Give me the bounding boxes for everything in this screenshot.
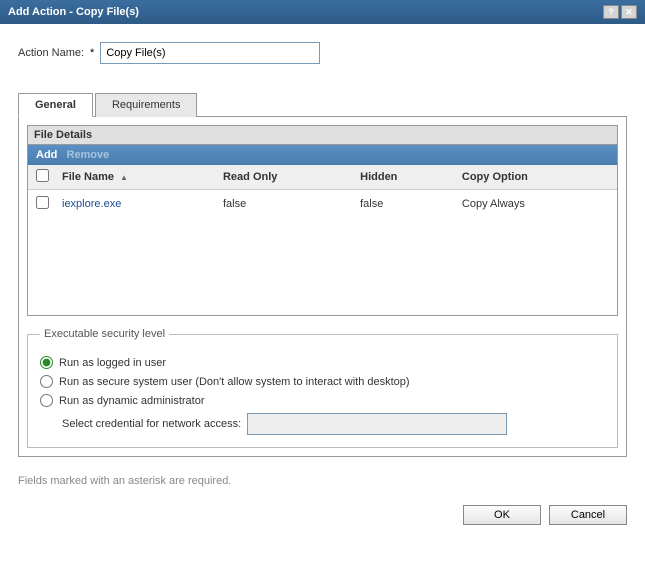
- credential-input: [247, 413, 507, 435]
- credential-row: Select credential for network access:: [62, 413, 605, 435]
- file-table-container: File Name ▲ Read Only Hidden Copy Option…: [28, 165, 617, 315]
- select-all-checkbox[interactable]: [36, 169, 49, 182]
- col-copy-option[interactable]: Copy Option: [456, 165, 617, 190]
- titlebar-controls: ? ✕: [603, 5, 637, 19]
- radio-row-dynamic-admin[interactable]: Run as dynamic administrator: [40, 394, 605, 407]
- file-details-toolbar: Add Remove: [28, 145, 617, 165]
- table-row[interactable]: iexplore.exe false false Copy Always: [28, 190, 617, 219]
- col-read-only[interactable]: Read Only: [217, 165, 354, 190]
- action-name-input[interactable]: [100, 42, 320, 64]
- radio-logged-in-label: Run as logged in user: [59, 357, 166, 369]
- radio-dynamic-admin[interactable]: [40, 394, 53, 407]
- row-checkbox[interactable]: [36, 196, 49, 209]
- cell-copy-option: Copy Always: [456, 190, 617, 219]
- cell-read-only: false: [217, 190, 354, 219]
- button-row: OK Cancel: [0, 505, 645, 539]
- footer-note: Fields marked with an asterisk are requi…: [18, 475, 627, 487]
- radio-row-logged-in[interactable]: Run as logged in user: [40, 356, 605, 369]
- radio-secure-system-user[interactable]: [40, 375, 53, 388]
- radio-logged-in-user[interactable]: [40, 356, 53, 369]
- credential-label: Select credential for network access:: [62, 418, 241, 430]
- remove-button[interactable]: Remove: [66, 149, 109, 161]
- action-name-label: Action Name:: [18, 47, 84, 59]
- tab-general[interactable]: General: [18, 93, 93, 117]
- col-hidden[interactable]: Hidden: [354, 165, 456, 190]
- table-header-row: File Name ▲ Read Only Hidden Copy Option: [28, 165, 617, 190]
- add-button[interactable]: Add: [36, 149, 57, 161]
- col-file-name[interactable]: File Name ▲: [56, 165, 217, 190]
- cancel-button[interactable]: Cancel: [549, 505, 627, 525]
- security-legend: Executable security level: [40, 328, 169, 340]
- cell-hidden: false: [354, 190, 456, 219]
- security-fieldset: Executable security level Run as logged …: [27, 328, 618, 448]
- required-asterisk: *: [90, 47, 94, 59]
- file-details-title: File Details: [28, 126, 617, 145]
- dialog-title: Add Action - Copy File(s): [8, 6, 139, 18]
- radio-secure-system-label: Run as secure system user (Don't allow s…: [59, 376, 410, 388]
- radio-row-secure-system[interactable]: Run as secure system user (Don't allow s…: [40, 375, 605, 388]
- tab-requirements[interactable]: Requirements: [95, 93, 197, 117]
- ok-button[interactable]: OK: [463, 505, 541, 525]
- action-name-row: Action Name: *: [18, 42, 627, 64]
- file-table: File Name ▲ Read Only Hidden Copy Option…: [28, 165, 617, 218]
- help-icon[interactable]: ?: [603, 5, 619, 19]
- tab-content-general: File Details Add Remove File Name ▲ Read…: [18, 117, 627, 457]
- sort-asc-icon: ▲: [120, 173, 128, 182]
- radio-dynamic-admin-label: Run as dynamic administrator: [59, 395, 205, 407]
- titlebar: Add Action - Copy File(s) ? ✕: [0, 0, 645, 24]
- file-name-link[interactable]: iexplore.exe: [62, 198, 121, 210]
- tabs: General Requirements: [18, 92, 627, 117]
- file-details-panel: File Details Add Remove File Name ▲ Read…: [27, 125, 618, 316]
- close-icon[interactable]: ✕: [621, 5, 637, 19]
